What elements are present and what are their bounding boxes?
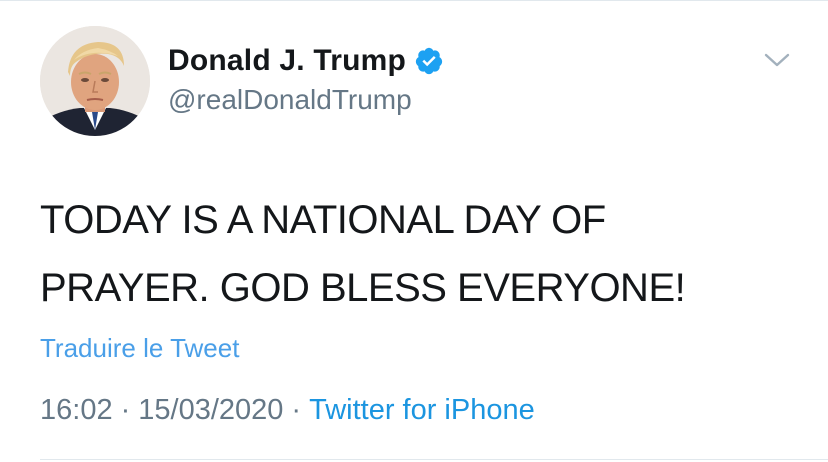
top-divider bbox=[0, 0, 828, 1]
tweet-metadata: 16:02 · 15/03/2020 · Twitter for iPhone bbox=[40, 394, 535, 427]
author-handle[interactable]: @realDonaldTrump bbox=[168, 84, 412, 116]
tweet-text: TODAY IS A NATIONAL DAY OF PRAYER. GOD B… bbox=[40, 186, 800, 322]
avatar[interactable] bbox=[40, 26, 150, 136]
translate-tweet-link[interactable]: Traduire le Tweet bbox=[40, 333, 239, 364]
author-display-name[interactable]: Donald J. Trump bbox=[168, 44, 406, 78]
bottom-divider bbox=[40, 459, 828, 460]
tweet-text-line: TODAY IS A NATIONAL DAY OF bbox=[40, 198, 606, 242]
author-name-row: Donald J. Trump bbox=[168, 42, 444, 80]
separator-dot: · bbox=[120, 394, 131, 426]
tweet-card: Donald J. Trump @realDonaldTrump TODAY I… bbox=[0, 0, 828, 462]
tweet-date[interactable]: 15/03/2020 bbox=[138, 394, 283, 427]
chevron-down-icon[interactable] bbox=[762, 50, 792, 70]
verified-badge-icon bbox=[414, 46, 444, 76]
tweet-time[interactable]: 16:02 bbox=[40, 394, 113, 427]
tweet-source-link[interactable]: Twitter for iPhone bbox=[309, 394, 535, 427]
separator-dot: · bbox=[291, 394, 302, 426]
avatar-image bbox=[40, 26, 150, 136]
tweet-text-line: PRAYER. GOD BLESS EVERYONE! bbox=[40, 266, 686, 310]
